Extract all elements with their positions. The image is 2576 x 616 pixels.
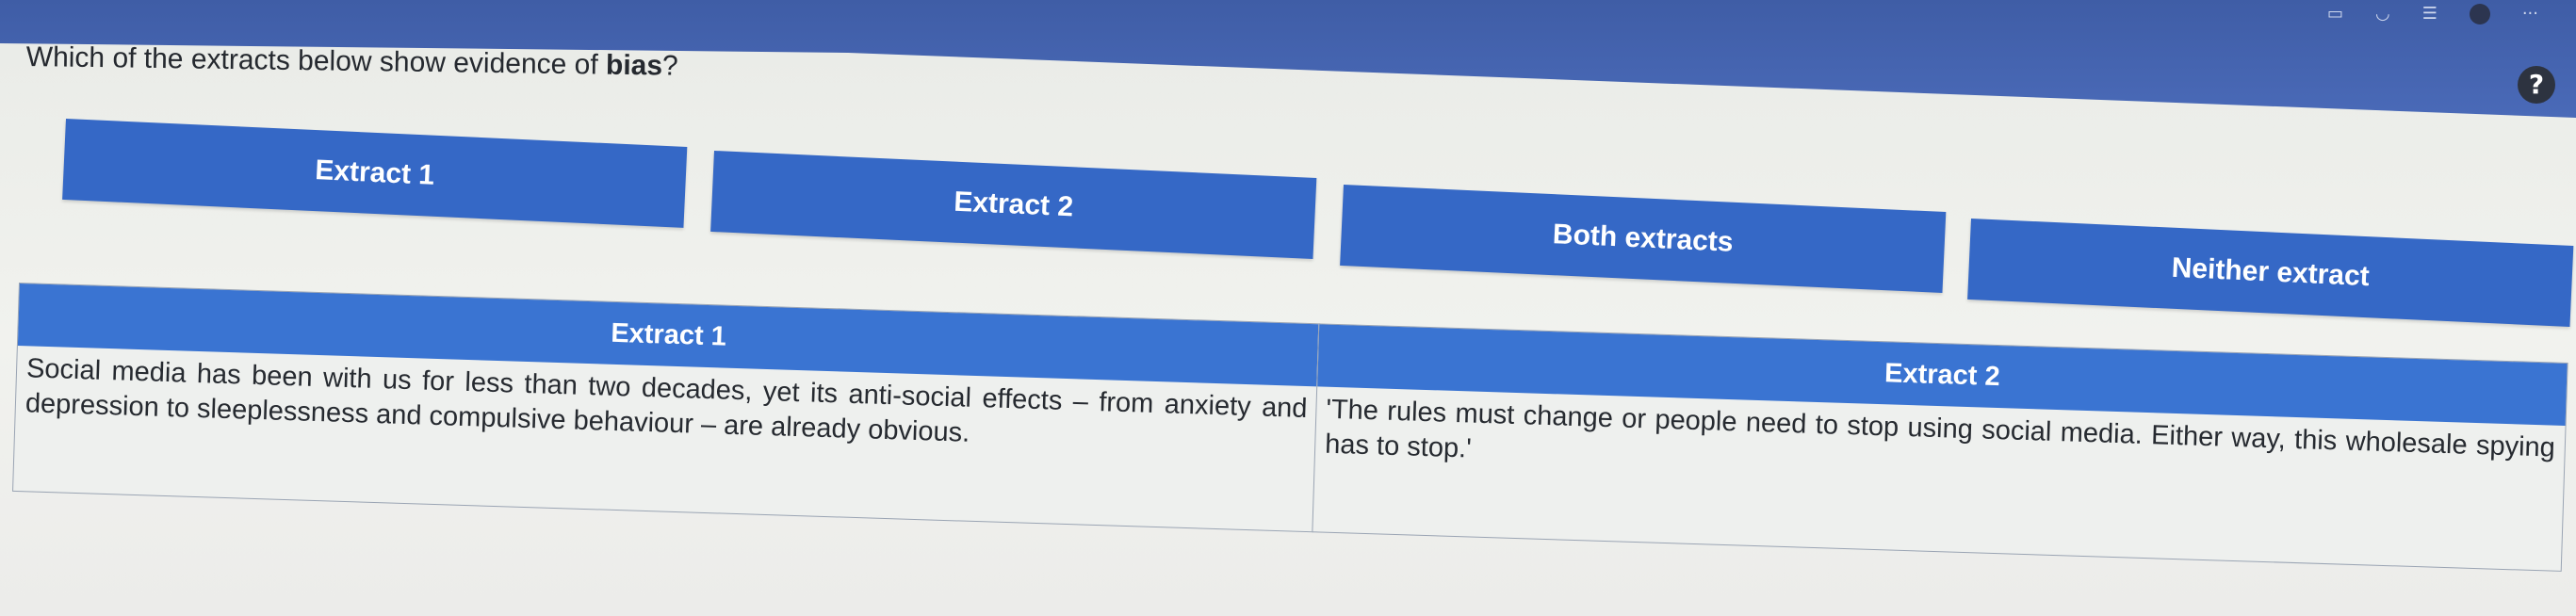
list-icon[interactable]: ☰ <box>2422 4 2437 24</box>
question-keyword: bias <box>605 49 663 82</box>
bookmark-icon[interactable]: ◡ <box>2375 4 2390 24</box>
answer-both-extracts[interactable]: Both extracts <box>1340 185 1947 293</box>
more-icon[interactable]: ··· <box>2522 4 2538 24</box>
help-button[interactable]: ? <box>2518 66 2555 104</box>
extract-2-card: Extract 2 'The rules must change or peop… <box>1312 323 2568 572</box>
profile-icon[interactable] <box>2469 4 2490 24</box>
answer-extract-2[interactable]: Extract 2 <box>710 151 1317 259</box>
answer-extract-1[interactable]: Extract 1 <box>62 119 688 228</box>
extract-1-card: Extract 1 Social media has been with us … <box>12 283 1321 533</box>
answer-neither-extract[interactable]: Neither extract <box>1967 219 2574 327</box>
system-tray: ▭ ◡ ☰ ··· <box>2327 4 2538 24</box>
extracts-panel: Extract 1 Social media has been with us … <box>11 283 2576 608</box>
window-icon[interactable]: ▭ <box>2327 4 2343 24</box>
